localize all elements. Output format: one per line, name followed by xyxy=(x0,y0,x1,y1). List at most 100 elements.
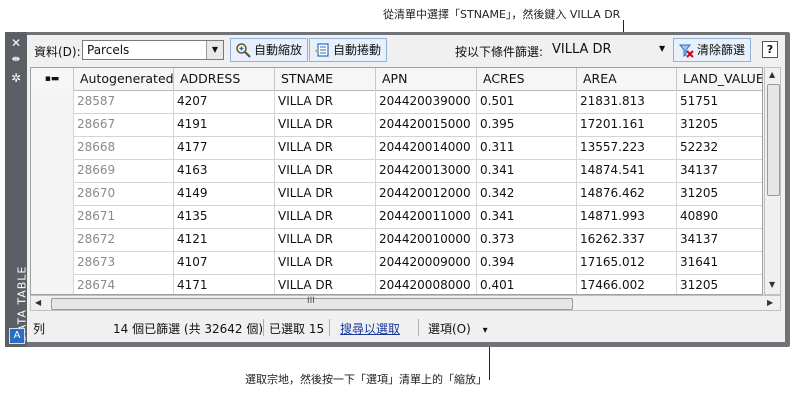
table-cell[interactable]: VILLA DR xyxy=(275,182,376,205)
column-header[interactable]: AREA xyxy=(577,68,677,90)
horizontal-scrollbar[interactable]: ◀ III ▶ xyxy=(30,295,781,311)
table-cell[interactable]: 0.401 xyxy=(477,274,577,294)
row-selector[interactable] xyxy=(31,205,74,228)
table-cell[interactable]: 31205 xyxy=(677,274,762,294)
table-cell[interactable]: 204420013000 xyxy=(376,159,477,182)
table-row[interactable]: 28670 4149 VILLA DR 204420012000 0.342 14876.… xyxy=(31,182,762,206)
table-cell[interactable]: 14871.993 xyxy=(577,205,677,228)
table-cell[interactable]: VILLA DR xyxy=(275,90,376,113)
table-cell[interactable]: 4171 xyxy=(174,274,275,294)
table-cell[interactable]: 13557.223 xyxy=(577,136,677,159)
table-cell[interactable]: 40890 xyxy=(677,205,762,228)
scroll-right-icon[interactable]: ▶ xyxy=(767,298,773,307)
table-cell[interactable]: 14876.462 xyxy=(577,182,677,205)
settings-icon[interactable]: ✲ xyxy=(10,72,22,84)
table-cell[interactable]: 31205 xyxy=(677,113,762,136)
table-cell[interactable]: 204420014000 xyxy=(376,136,477,159)
table-cell[interactable]: VILLA DR xyxy=(275,228,376,251)
column-header[interactable]: LAND_VALUE xyxy=(677,68,762,90)
table-row[interactable]: 28587 4207 VILLA DR 204420039000 0.501 21831.… xyxy=(31,90,762,114)
table-cell[interactable]: 204420010000 xyxy=(376,228,477,251)
table-cell[interactable]: 0.373 xyxy=(477,228,577,251)
horizontal-scroll-thumb[interactable]: III xyxy=(51,296,573,310)
table-cell[interactable]: 28674 xyxy=(74,274,174,294)
table-cell[interactable]: 28668 xyxy=(74,136,174,159)
table-cell[interactable]: 21831.813 xyxy=(577,90,677,113)
row-selector[interactable] xyxy=(31,251,74,274)
table-cell[interactable]: VILLA DR xyxy=(275,274,376,294)
search-to-select-link[interactable]: 搜尋以選取 xyxy=(340,320,400,337)
row-selector-header[interactable]: ▪▬ xyxy=(31,68,74,90)
table-cell[interactable]: 0.311 xyxy=(477,136,577,159)
table-cell[interactable]: 4121 xyxy=(174,228,275,251)
table-row[interactable]: 28674 4171 VILLA DR 204420008000 0.401 17466.… xyxy=(31,274,762,294)
vertical-scroll-thumb[interactable] xyxy=(767,84,780,196)
table-cell[interactable]: VILLA DR xyxy=(275,205,376,228)
table-cell[interactable]: 14874.541 xyxy=(577,159,677,182)
table-cell[interactable]: 4149 xyxy=(174,182,275,205)
table-cell[interactable]: 204420012000 xyxy=(376,182,477,205)
table-row[interactable]: 28667 4191 VILLA DR 204420015000 0.395 17201.… xyxy=(31,113,762,137)
table-cell[interactable]: 16262.337 xyxy=(577,228,677,251)
data-source-select[interactable]: Parcels ▼ xyxy=(82,40,224,60)
close-icon[interactable]: ✕ xyxy=(10,37,22,49)
table-cell[interactable]: 4107 xyxy=(174,251,275,274)
table-cell[interactable]: VILLA DR xyxy=(275,251,376,274)
row-selector[interactable] xyxy=(31,90,74,113)
table-row[interactable]: 28672 4121 VILLA DR 204420010000 0.373 16262.… xyxy=(31,228,762,252)
help-button[interactable]: ? xyxy=(762,41,778,58)
table-cell[interactable]: 28669 xyxy=(74,159,174,182)
row-selector[interactable] xyxy=(31,136,74,159)
table-cell[interactable]: 204420011000 xyxy=(376,205,477,228)
table-cell[interactable]: 31205 xyxy=(677,182,762,205)
auto-pan-button[interactable]: 自動捲動 xyxy=(309,38,388,62)
table-cell[interactable]: 4135 xyxy=(174,205,275,228)
table-cell[interactable]: 4191 xyxy=(174,113,275,136)
row-selector[interactable] xyxy=(31,228,74,251)
chevron-down-icon[interactable]: ▼ xyxy=(206,41,223,59)
filter-dropdown-arrow-icon[interactable]: ▼ xyxy=(659,44,665,53)
options-menu[interactable]: 選項(O) ▾ xyxy=(428,320,488,337)
column-header[interactable]: ADDRESS xyxy=(174,68,275,90)
table-cell[interactable]: VILLA DR xyxy=(275,159,376,182)
table-cell[interactable]: 204420008000 xyxy=(376,274,477,294)
table-cell[interactable]: VILLA DR xyxy=(275,136,376,159)
table-cell[interactable]: 204420015000 xyxy=(376,113,477,136)
scroll-left-icon[interactable]: ◀ xyxy=(35,298,41,307)
table-cell[interactable]: 0.341 xyxy=(477,205,577,228)
row-selector[interactable] xyxy=(31,159,74,182)
table-cell[interactable]: 28672 xyxy=(74,228,174,251)
scroll-down-icon[interactable]: ▼ xyxy=(769,280,775,289)
table-cell[interactable]: 28587 xyxy=(74,90,174,113)
table-row[interactable]: 28673 4107 VILLA DR 204420009000 0.394 17165.… xyxy=(31,251,762,275)
options-chevron-icon[interactable]: ▾ xyxy=(483,325,488,336)
scroll-up-icon[interactable]: ▲ xyxy=(769,70,775,79)
table-cell[interactable]: VILLA DR xyxy=(275,113,376,136)
table-cell[interactable]: 0.341 xyxy=(477,159,577,182)
table-row[interactable]: 28669 4163 VILLA DR 204420013000 0.341 14874.… xyxy=(31,159,762,183)
table-cell[interactable]: 17466.002 xyxy=(577,274,677,294)
row-selector[interactable] xyxy=(31,182,74,205)
table-cell[interactable]: 51751 xyxy=(677,90,762,113)
column-header[interactable]: STNAME xyxy=(275,68,376,90)
pin-icon[interactable]: ⇹ xyxy=(10,54,22,66)
table-cell[interactable]: 52232 xyxy=(677,136,762,159)
table-cell[interactable]: 34137 xyxy=(677,228,762,251)
table-cell[interactable]: 28671 xyxy=(74,205,174,228)
row-selector[interactable] xyxy=(31,113,74,136)
filter-input[interactable]: VILLA DR xyxy=(552,40,670,60)
table-cell[interactable]: 34137 xyxy=(677,159,762,182)
auto-zoom-button[interactable]: 自動縮放 xyxy=(230,38,309,62)
table-cell[interactable]: 17201.161 xyxy=(577,113,677,136)
table-cell[interactable]: 4177 xyxy=(174,136,275,159)
table-cell[interactable]: 28673 xyxy=(74,251,174,274)
table-cell[interactable]: 28670 xyxy=(74,182,174,205)
table-cell[interactable]: 204420009000 xyxy=(376,251,477,274)
row-selector[interactable] xyxy=(31,274,74,294)
table-row[interactable]: 28668 4177 VILLA DR 204420014000 0.311 13557.… xyxy=(31,136,762,160)
table-cell[interactable]: 0.394 xyxy=(477,251,577,274)
table-cell[interactable]: 4163 xyxy=(174,159,275,182)
column-header[interactable]: Autogenerated_ xyxy=(74,68,174,90)
column-header[interactable]: APN xyxy=(376,68,477,90)
table-cell[interactable]: 204420039000 xyxy=(376,90,477,113)
